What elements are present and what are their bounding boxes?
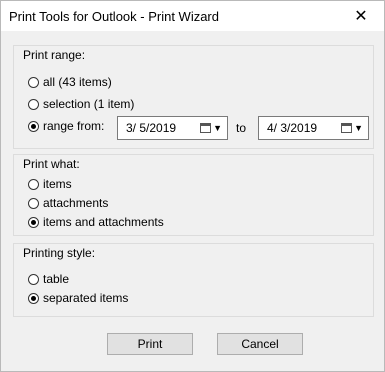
from-date-picker[interactable]: 3/ 5/2019 ▼ xyxy=(117,116,228,140)
printing-style-group: Printing style: table separated items xyxy=(13,243,374,317)
radio-items-and-attachments-label: items and attachments xyxy=(43,215,164,229)
print-wizard-dialog: Print Tools for Outlook - Print Wizard ✕… xyxy=(0,0,385,372)
radio-selection-label: selection (1 item) xyxy=(43,97,135,111)
radio-items-label: items xyxy=(43,177,72,191)
cancel-button[interactable]: Cancel xyxy=(217,333,303,355)
print-range-label: Print range: xyxy=(21,48,88,62)
radio-icon[interactable] xyxy=(28,197,39,209)
radio-range-from[interactable]: range from: xyxy=(28,118,104,134)
radio-icon[interactable] xyxy=(28,273,39,285)
print-what-label: Print what: xyxy=(21,157,82,171)
radio-separated-items[interactable]: separated items xyxy=(28,290,128,306)
radio-attachments-label: attachments xyxy=(43,196,109,210)
print-what-group: Print what: items attachments items and … xyxy=(13,154,374,236)
to-date-value[interactable]: 4/ 3/2019 xyxy=(259,121,341,135)
chevron-down-icon[interactable]: ▼ xyxy=(354,123,363,133)
from-date-value[interactable]: 3/ 5/2019 xyxy=(118,121,200,135)
radio-all-items-label: all (43 items) xyxy=(43,75,112,89)
to-label: to xyxy=(236,121,247,135)
close-icon[interactable]: ✕ xyxy=(338,1,384,31)
print-button[interactable]: Print xyxy=(107,333,193,355)
radio-icon[interactable] xyxy=(28,292,39,304)
chevron-down-icon[interactable]: ▼ xyxy=(213,123,222,133)
radio-icon[interactable] xyxy=(28,98,39,110)
radio-attachments[interactable]: attachments xyxy=(28,195,108,211)
radio-table[interactable]: table xyxy=(28,271,69,287)
radio-selection[interactable]: selection (1 item) xyxy=(28,96,134,112)
radio-range-from-label: range from: xyxy=(43,119,105,133)
radio-icon[interactable] xyxy=(28,216,39,228)
title-bar: Print Tools for Outlook - Print Wizard ✕ xyxy=(1,1,384,31)
radio-separated-items-label: separated items xyxy=(43,291,129,305)
radio-all-items[interactable]: all (43 items) xyxy=(28,74,112,90)
printing-style-label: Printing style: xyxy=(21,246,98,260)
radio-icon[interactable] xyxy=(28,120,39,132)
radio-items-and-attachments[interactable]: items and attachments xyxy=(28,214,164,230)
radio-items[interactable]: items xyxy=(28,176,72,192)
calendar-icon[interactable] xyxy=(200,123,212,133)
radio-icon[interactable] xyxy=(28,178,39,190)
calendar-icon[interactable] xyxy=(341,123,353,133)
print-range-group: Print range: all (43 items) selection (1… xyxy=(13,45,374,149)
window-title: Print Tools for Outlook - Print Wizard xyxy=(9,9,219,24)
to-date-picker[interactable]: 4/ 3/2019 ▼ xyxy=(258,116,369,140)
radio-table-label: table xyxy=(43,272,70,286)
radio-icon[interactable] xyxy=(28,76,39,88)
